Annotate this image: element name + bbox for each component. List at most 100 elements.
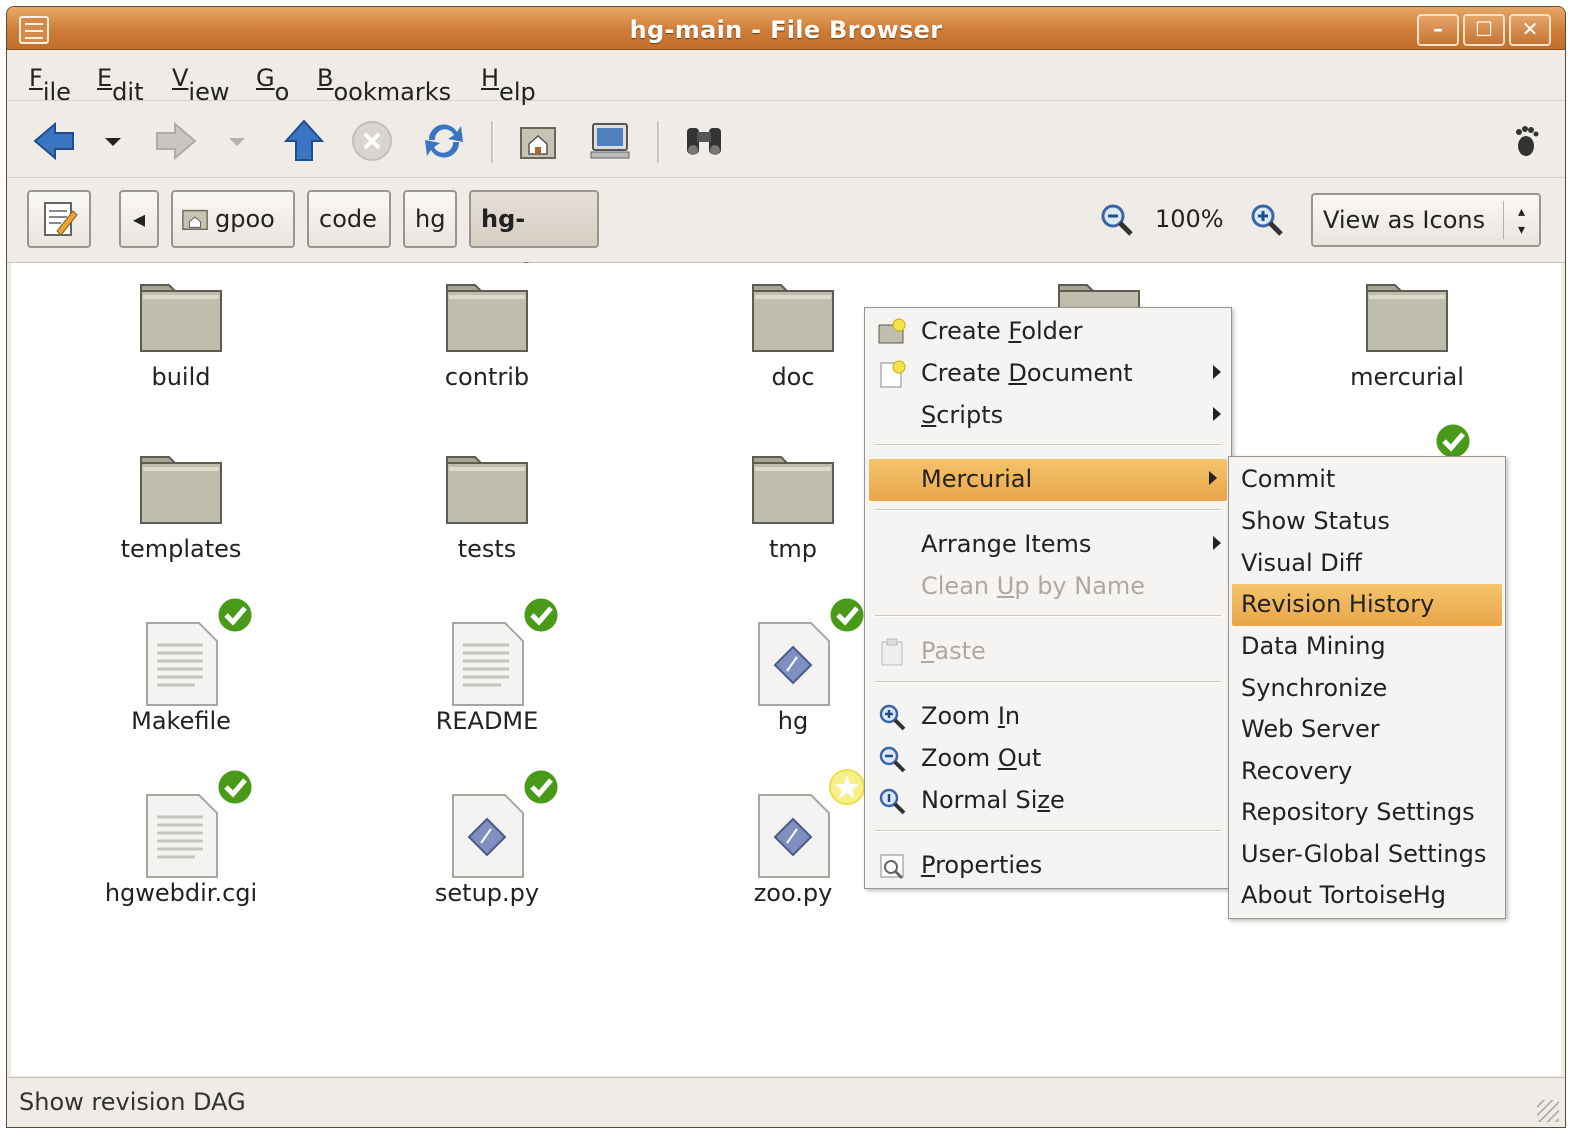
script-file-icon (758, 622, 830, 706)
menu-item-paste: Paste (865, 631, 1231, 673)
window-title: hg-main - File Browser (629, 16, 943, 44)
path-button-code[interactable]: code (307, 190, 391, 248)
menu-separator (875, 615, 1221, 617)
menu-bar: File Edit View Go Bookmarks Help (7, 50, 1565, 106)
submenu-item-commit[interactable]: Commit (1229, 459, 1505, 501)
menu-item-arrange-items[interactable]: Arrange Items (865, 524, 1231, 566)
zoom-in-icon[interactable] (1249, 202, 1285, 238)
path-button-hg[interactable]: hg (403, 190, 457, 248)
menu-help[interactable]: Help (481, 64, 536, 106)
script-file-icon (758, 794, 830, 878)
home-icon[interactable] (515, 118, 561, 164)
forward-history-dropdown[interactable] (225, 118, 249, 164)
folder-icon (140, 456, 222, 524)
menu-separator (875, 830, 1221, 832)
menu-item-mercurial[interactable]: Mercurial (869, 459, 1227, 501)
file-item-hg[interactable]: hg (693, 595, 893, 747)
close-button[interactable]: ✕ (1509, 14, 1551, 46)
computer-icon[interactable] (587, 118, 633, 164)
minimize-button[interactable]: – (1417, 14, 1459, 46)
edit-location-icon (44, 202, 78, 236)
submenu-item-visual-diff[interactable]: Visual Diff (1229, 543, 1505, 585)
resize-grip[interactable] (1537, 1100, 1559, 1122)
submenu-item-show-status[interactable]: Show Status (1229, 501, 1505, 543)
menu-item-normal-size[interactable]: Normal Size (865, 780, 1231, 822)
properties-icon (880, 854, 904, 880)
toolbar-separator (491, 121, 494, 163)
submenu-arrow-icon (1213, 365, 1221, 379)
toolbar-separator (657, 121, 660, 163)
path-button-hg-main[interactable]: hg-main (469, 190, 599, 287)
back-icon[interactable] (31, 118, 77, 164)
back-history-dropdown[interactable] (101, 118, 125, 164)
script-file-icon (452, 794, 524, 878)
toolbar (7, 101, 1565, 178)
file-item-templates[interactable]: templates (81, 435, 281, 575)
menu-file[interactable]: File (29, 64, 71, 106)
submenu-arrow-icon (1213, 407, 1221, 421)
submenu-item-web-server[interactable]: Web Server (1229, 709, 1505, 751)
menu-view[interactable]: View (172, 64, 229, 106)
toggle-location-entry-button[interactable] (27, 190, 91, 248)
versioned-ok-emblem-icon (1433, 421, 1473, 461)
file-item-makefile[interactable]: Makefile (81, 595, 281, 747)
menu-edit[interactable]: Edit (97, 64, 143, 106)
menu-item-scripts[interactable]: Scripts (865, 395, 1231, 437)
text-file-icon (146, 794, 218, 878)
menu-item-zoom-out[interactable]: Zoom Out (865, 738, 1231, 780)
submenu-item-user-global-settings[interactable]: User-Global Settings (1229, 834, 1505, 876)
menu-go[interactable]: Go (256, 64, 289, 106)
submenu-item-recovery[interactable]: Recovery (1229, 751, 1505, 793)
file-item-zoo-py[interactable]: zoo.py (693, 769, 893, 919)
file-item-setup-py[interactable]: setup.py (387, 767, 587, 919)
title-bar[interactable]: hg-main - File Browser – ☐ ✕ (7, 7, 1565, 50)
menu-item-create-folder[interactable]: Create Folder (865, 311, 1231, 353)
forward-icon[interactable] (153, 118, 199, 164)
home-folder-icon (182, 209, 208, 230)
submenu-arrow-icon (1213, 536, 1221, 550)
zoom-level[interactable]: 100% (1155, 205, 1224, 233)
versioned-ok-emblem-icon (215, 595, 255, 635)
folder-icon (446, 284, 528, 352)
file-item-hgwebdir[interactable]: hgwebdir.cgi (81, 767, 281, 919)
versioned-ok-emblem-icon (215, 767, 255, 807)
file-item-contrib[interactable]: contrib (387, 263, 587, 403)
menu-separator (875, 509, 1221, 511)
versioned-ok-emblem-icon (521, 767, 561, 807)
versioned-ok-emblem-icon (521, 595, 561, 635)
paste-icon (881, 638, 903, 666)
text-file-icon (146, 622, 218, 706)
path-scroll-left-button[interactable]: ◂ (119, 190, 159, 248)
search-icon[interactable] (681, 118, 727, 164)
menu-separator (875, 681, 1221, 683)
status-text: Show revision DAG (19, 1088, 246, 1116)
folder-icon (752, 456, 834, 524)
file-item-mercurial[interactable]: mercurial (1307, 263, 1507, 403)
menu-item-create-document[interactable]: Create Document (865, 353, 1231, 395)
menu-item-clean-up-by-name: Clean Up by Name (921, 572, 1146, 600)
submenu-item-data-mining[interactable]: Data Mining (1229, 626, 1505, 668)
submenu-item-repository-settings[interactable]: Repository Settings (1229, 792, 1505, 834)
folder-icon (1366, 284, 1448, 352)
reload-icon[interactable] (421, 118, 467, 164)
file-item-tests[interactable]: tests (387, 435, 587, 575)
maximize-button[interactable]: ☐ (1463, 14, 1505, 46)
file-item-readme[interactable]: README (387, 595, 587, 747)
location-bar: ◂ gpoo code hg hg-main 100% View as Icon… (7, 178, 1565, 287)
submenu-item-synchronize[interactable]: Synchronize (1229, 668, 1505, 710)
up-icon[interactable] (281, 118, 327, 164)
file-item-tmp[interactable]: tmp (693, 435, 893, 575)
menu-item-properties[interactable]: Properties (865, 845, 1231, 887)
zoom-out-icon[interactable] (1099, 202, 1135, 238)
path-button-gpoo[interactable]: gpoo (171, 190, 295, 248)
stop-icon[interactable] (349, 118, 395, 164)
menu-bookmarks[interactable]: Bookmarks (317, 64, 451, 106)
select-arrows-icon: ▴ ▾ (1503, 201, 1539, 239)
view-mode-select[interactable]: View as Icons ▴ ▾ (1311, 193, 1541, 247)
menu-item-zoom-in[interactable]: Zoom In (865, 696, 1231, 738)
submenu-item-revision-history[interactable]: Revision History (1232, 584, 1502, 626)
file-item-build[interactable]: build (81, 263, 281, 403)
file-item-doc[interactable]: doc (693, 263, 893, 403)
submenu-item-about-tortoisehg[interactable]: About TortoiseHg (1229, 875, 1505, 917)
status-bar: Show revision DAG (7, 1077, 1565, 1127)
